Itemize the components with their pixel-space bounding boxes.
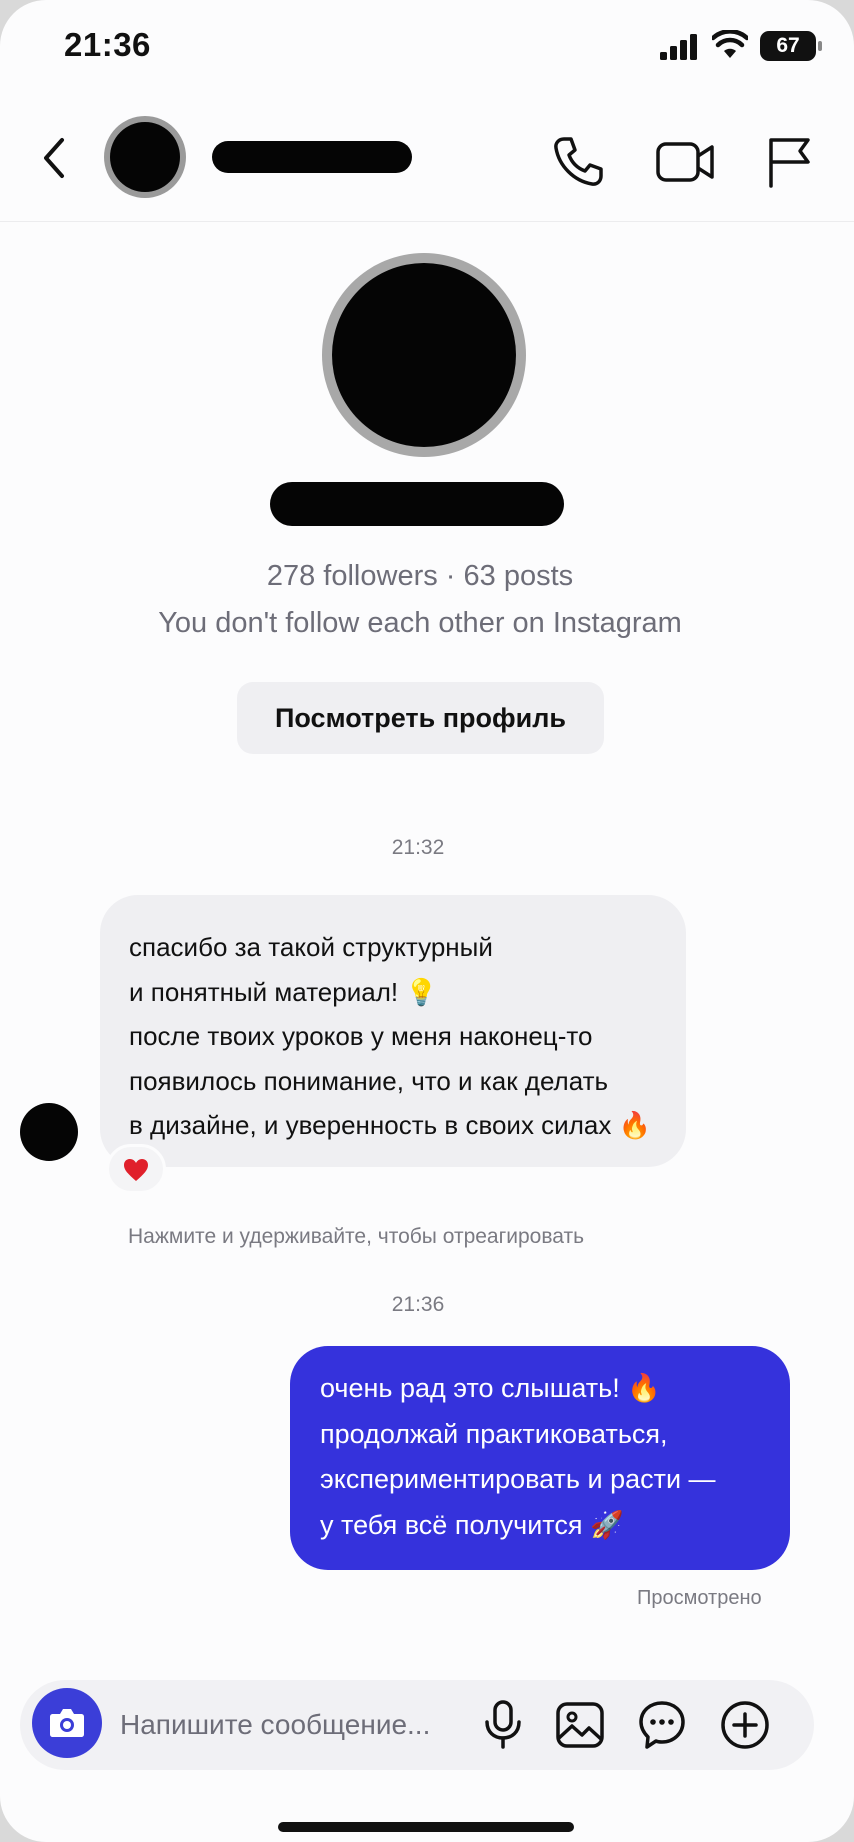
follow-relationship-note: You don't follow each other on Instagram bbox=[158, 607, 682, 639]
seen-status: Просмотрено bbox=[637, 1587, 762, 1609]
sender-avatar[interactable] bbox=[20, 1103, 78, 1161]
message-composer bbox=[20, 1680, 814, 1770]
video-camera-icon[interactable] bbox=[656, 138, 716, 186]
message-line: очень рад это слышать! 🔥 bbox=[320, 1373, 661, 1403]
status-time: 21:36 bbox=[64, 26, 151, 63]
message-line: в дизайне, и уверенность в своих силах 🔥 bbox=[129, 1110, 651, 1140]
profile-stats: 278 followers · 63 posts bbox=[266, 560, 574, 592]
heart-icon bbox=[124, 1159, 148, 1181]
chat-header bbox=[0, 96, 854, 222]
message-line: продолжай практиковаться, bbox=[320, 1418, 668, 1449]
home-indicator[interactable] bbox=[278, 1822, 574, 1832]
camera-icon bbox=[50, 1709, 84, 1737]
message-line: спасибо за такой структурный bbox=[129, 932, 493, 962]
avatar[interactable] bbox=[104, 116, 186, 198]
cellular-signal-icon bbox=[660, 34, 697, 60]
incoming-message-bubble[interactable]: спасибо за такой структурный и понятный … bbox=[100, 895, 686, 1167]
wifi-icon bbox=[712, 30, 748, 58]
message-line: и понятный материал! 💡 bbox=[129, 976, 438, 1007]
plus-icon[interactable] bbox=[720, 1700, 770, 1750]
reaction-hint: Нажмите и удерживайте, чтобы отреагирова… bbox=[128, 1225, 585, 1248]
profile-name-redacted bbox=[270, 482, 564, 526]
flag-icon[interactable] bbox=[766, 136, 812, 188]
message-line: появилось понимание, что и как делать bbox=[129, 1065, 609, 1096]
message-timestamp: 21:32 bbox=[391, 836, 445, 859]
battery-icon: 67 bbox=[760, 31, 822, 61]
battery-level: 67 bbox=[776, 34, 800, 57]
message-line: у тебя всё получится 🚀 bbox=[320, 1509, 624, 1540]
chevron-left-icon[interactable] bbox=[38, 136, 70, 180]
status-bar: 21:36 67 bbox=[0, 0, 854, 96]
message-line: экспериментировать и расти — bbox=[320, 1464, 716, 1494]
message-input[interactable] bbox=[120, 1704, 480, 1746]
camera-button[interactable] bbox=[32, 1688, 102, 1758]
chat-screen: 21:36 67 278 followers · 63 posts You do… bbox=[0, 0, 854, 1842]
gallery-icon[interactable] bbox=[556, 1702, 604, 1748]
profile-avatar[interactable] bbox=[322, 253, 526, 457]
heart-reaction[interactable] bbox=[106, 1144, 166, 1194]
view-profile-button[interactable]: Посмотреть профиль bbox=[237, 682, 604, 754]
message-line: после твоих уроков у меня наконец-то bbox=[129, 1021, 593, 1051]
sticker-icon[interactable] bbox=[638, 1700, 686, 1750]
contact-name-redacted[interactable] bbox=[212, 141, 412, 173]
outgoing-message-bubble[interactable]: очень рад это слышать! 🔥 продолжай практ… bbox=[290, 1346, 790, 1570]
phone-icon[interactable] bbox=[552, 136, 604, 188]
microphone-icon[interactable] bbox=[482, 1700, 524, 1750]
message-timestamp: 21:36 bbox=[391, 1293, 445, 1316]
